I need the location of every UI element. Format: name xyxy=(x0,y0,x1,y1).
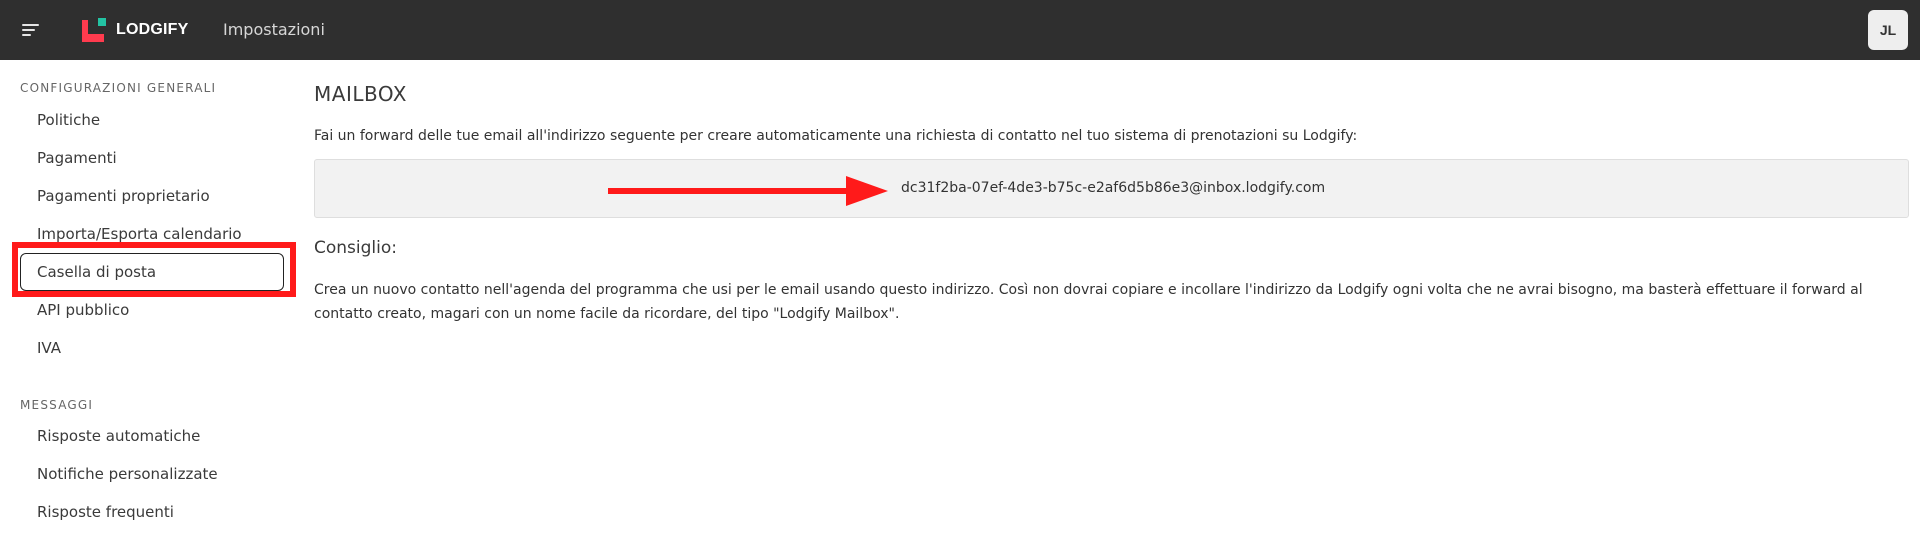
logo-mark-icon xyxy=(82,18,106,42)
sidebar-item-risposte-frequenti[interactable]: Risposte frequenti xyxy=(20,493,284,531)
lodgify-logo[interactable]: LODGIFY xyxy=(82,18,189,42)
sidebar-item-pagamenti-proprietario[interactable]: Pagamenti proprietario xyxy=(20,177,284,215)
top-bar: LODGIFY Impostazioni JL xyxy=(0,0,1920,60)
menu-icon[interactable] xyxy=(22,23,40,37)
page-title: Impostazioni xyxy=(223,20,325,39)
section-title-general: CONFIGURAZIONI GENERALI xyxy=(20,81,217,95)
sidebar-item-iva[interactable]: IVA xyxy=(20,329,284,367)
arrow-annotation-icon xyxy=(608,176,888,206)
user-avatar[interactable]: JL xyxy=(1868,10,1908,50)
avatar-initials: JL xyxy=(1879,22,1897,38)
mailbox-intro: Fai un forward delle tue email all'indir… xyxy=(314,128,1358,144)
sidebar-item-pagamenti[interactable]: Pagamenti xyxy=(20,139,284,177)
sidebar-item-risposte-automatiche[interactable]: Risposte automatiche xyxy=(20,417,284,455)
mailbox-heading: MAILBOX xyxy=(314,82,408,106)
section-title-messaggi: MESSAGGI xyxy=(20,398,94,412)
tip-heading: Consiglio: xyxy=(314,238,397,258)
sidebar-item-notifiche-personalizzate[interactable]: Notifiche personalizzate xyxy=(20,455,284,493)
tip-text: Crea un nuovo contatto nell'agenda del p… xyxy=(314,282,1863,322)
email-address-box: dc31f2ba-07ef-4de3-b75c-e2af6d5b86e3@inb… xyxy=(314,159,1909,218)
mailbox-email-address[interactable]: dc31f2ba-07ef-4de3-b75c-e2af6d5b86e3@inb… xyxy=(901,180,1325,196)
highlight-annotation xyxy=(12,242,296,297)
logo-text: LODGIFY xyxy=(116,21,189,38)
sidebar: CONFIGURAZIONI GENERALI Politiche Pagame… xyxy=(0,60,290,542)
sidebar-item-politiche[interactable]: Politiche xyxy=(20,101,284,139)
